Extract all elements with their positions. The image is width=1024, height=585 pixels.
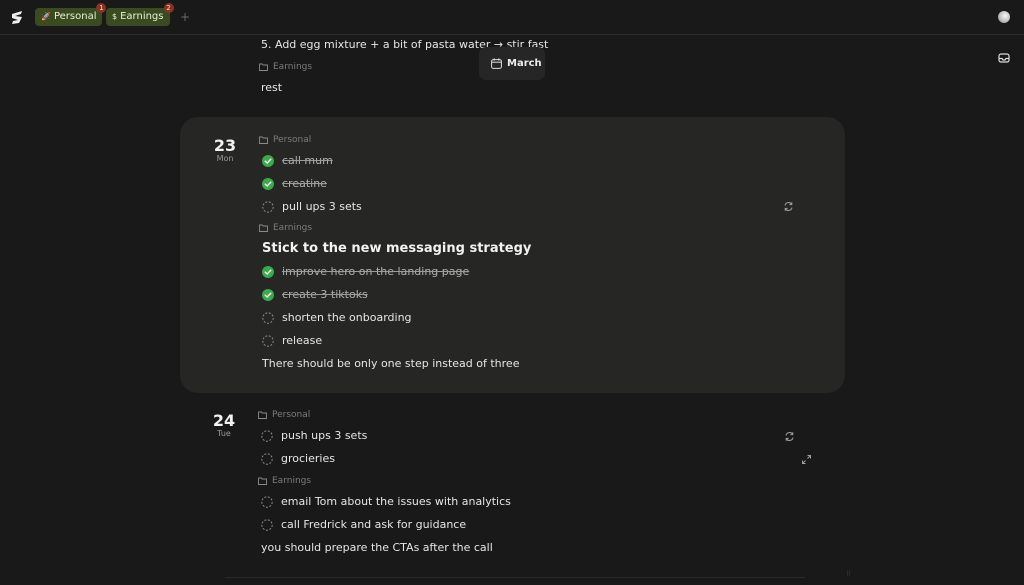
top-bar: 🚀 Personal 1 $ Earnings 2 + [0,0,1024,35]
day-note[interactable]: There should be only one step instead of… [262,356,519,372]
calendar-icon [491,58,502,69]
add-workspace-button[interactable]: + [180,10,190,24]
folder-icon [259,63,268,71]
month-label: March [507,58,542,69]
repeat-icon[interactable] [784,431,795,442]
day-weekday: Tue [217,429,231,438]
task-label: release [282,334,323,347]
dollar-icon: $ [112,12,118,21]
rocket-icon: 🚀 [41,12,51,21]
goal-title[interactable]: Stick to the new messaging strategy [262,240,531,258]
avatar[interactable] [998,11,1010,23]
check-done-icon[interactable] [262,289,274,301]
check-empty-icon[interactable] [262,312,274,324]
notification-badge: 2 [163,3,174,13]
check-empty-icon[interactable] [261,519,273,531]
day-number: 23 [213,136,237,155]
task-label: create 3 tiktoks [282,288,368,301]
folder-icon [259,224,268,232]
day-weekday: Mon [216,154,234,163]
task-label: call Fredrick and ask for guidance [281,518,467,531]
task-label: push ups 3 sets [281,429,368,442]
check-empty-icon[interactable] [262,335,274,347]
task-label: grocieries [281,452,335,465]
workspace-tab-label: Personal [53,11,97,22]
check-empty-icon[interactable] [262,201,274,213]
check-done-icon[interactable] [262,178,274,190]
check-empty-icon[interactable] [261,453,273,465]
task-label: pull ups 3 sets [282,200,362,213]
month-popup[interactable]: March [479,47,545,80]
check-empty-icon[interactable] [261,496,273,508]
workspace-tab-personal[interactable]: 🚀 Personal 1 [35,3,107,26]
folder-icon [258,411,267,419]
repeat-icon[interactable] [783,201,794,212]
folder-icon [259,136,268,144]
check-done-icon[interactable] [262,155,274,167]
task-label: email Tom about the issues with analytic… [281,495,511,508]
day-number: 24 [212,411,236,430]
notification-badge: 1 [96,3,107,13]
task-label: call mum [282,154,333,167]
task-label: improve hero on the landing page [282,265,470,278]
workspace-tab-label: Earnings [120,11,164,22]
day-note[interactable]: you should prepare the CTAs after the ca… [261,540,493,556]
workspace-tab-earnings[interactable]: $ Earnings 2 [106,3,174,26]
check-empty-icon[interactable] [261,430,273,442]
divider [225,577,805,578]
expand-icon[interactable] [801,454,812,465]
drag-handle-icon[interactable]: ⠿ [846,570,851,578]
folder-icon [258,477,267,485]
app-logo[interactable] [9,9,25,25]
task-label: creatine [282,177,327,190]
check-done-icon[interactable] [262,266,274,278]
day-note[interactable]: rest [261,80,282,96]
inbox-icon[interactable] [998,52,1010,64]
task-label: shorten the onboarding [282,311,412,324]
